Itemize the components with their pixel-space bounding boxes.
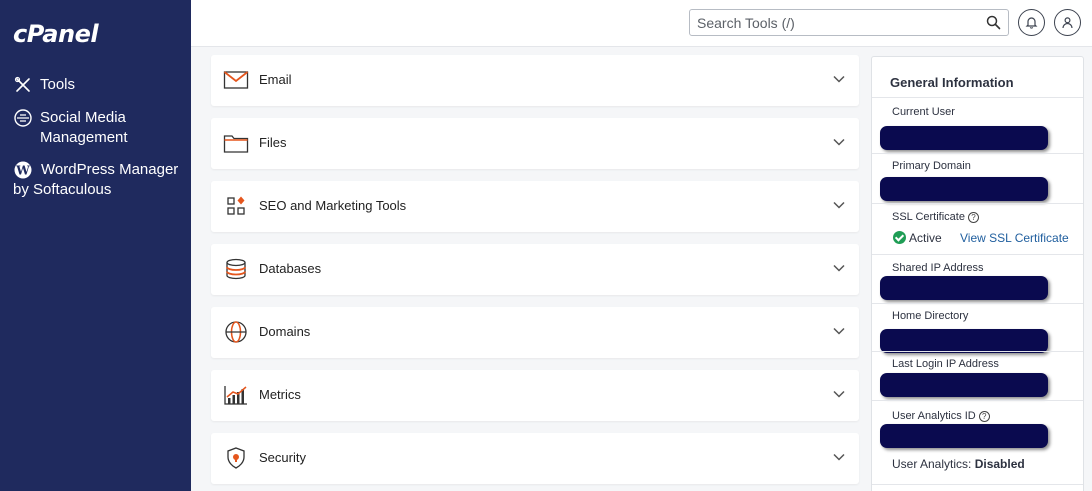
chevron-down-icon[interactable] bbox=[833, 390, 845, 398]
sidebar-item-label: Social Media Management bbox=[40, 109, 128, 146]
chevron-down-icon[interactable] bbox=[833, 201, 845, 209]
user-menu-button[interactable] bbox=[1054, 9, 1081, 36]
category-label: Email bbox=[259, 72, 292, 87]
chevron-down-icon[interactable] bbox=[833, 264, 845, 272]
sidebar-item-social-media[interactable]: Social Media Management bbox=[13, 108, 173, 148]
redacted-primary-domain bbox=[880, 177, 1048, 201]
check-circle-icon bbox=[893, 231, 906, 244]
search-input[interactable] bbox=[690, 10, 970, 35]
view-ssl-certificate-link[interactable]: View SSL Certificate bbox=[960, 231, 1069, 245]
primary-domain-label: Primary Domain bbox=[892, 160, 971, 172]
chevron-down-icon[interactable] bbox=[833, 327, 845, 335]
email-icon bbox=[223, 71, 249, 89]
user-analytics-id-label: User Analytics ID? bbox=[892, 410, 990, 422]
chevron-down-icon[interactable] bbox=[833, 138, 845, 146]
chevron-down-icon[interactable] bbox=[833, 453, 845, 461]
user-analytics-value: Disabled bbox=[974, 457, 1025, 471]
category-metrics[interactable]: Metrics bbox=[211, 370, 859, 421]
wordpress-icon: W bbox=[14, 161, 32, 179]
redacted-home-directory bbox=[880, 329, 1048, 353]
social-media-icon bbox=[14, 109, 32, 127]
divider bbox=[872, 400, 1083, 401]
category-domains[interactable]: Domains bbox=[211, 307, 859, 358]
category-label: Files bbox=[259, 135, 287, 150]
sidebar: cPanel Tools Social Media Management W W… bbox=[0, 0, 191, 491]
category-seo[interactable]: SEO and Marketing Tools bbox=[211, 181, 859, 232]
category-security[interactable]: Security bbox=[211, 433, 859, 484]
category-label: SEO and Marketing Tools bbox=[259, 198, 407, 213]
top-header bbox=[191, 0, 1092, 47]
notifications-button[interactable] bbox=[1018, 9, 1045, 36]
divider bbox=[872, 153, 1083, 154]
divider bbox=[872, 484, 1083, 485]
user-analytics-status: User Analytics: Disabled bbox=[892, 457, 1025, 471]
database-icon bbox=[226, 258, 246, 280]
sidebar-item-tools[interactable]: Tools bbox=[13, 75, 75, 95]
category-label: Domains bbox=[259, 324, 311, 339]
chevron-down-icon[interactable] bbox=[833, 75, 845, 83]
shared-ip-label: Shared IP Address bbox=[892, 262, 984, 274]
svg-text:W: W bbox=[15, 164, 30, 178]
divider bbox=[872, 254, 1083, 255]
bell-icon bbox=[1025, 17, 1038, 29]
seo-icon bbox=[227, 196, 245, 215]
cpanel-logo[interactable]: cPanel bbox=[13, 20, 99, 48]
search-icon[interactable] bbox=[986, 15, 1001, 30]
category-label: Metrics bbox=[259, 387, 301, 402]
help-icon[interactable]: ? bbox=[978, 410, 990, 422]
divider bbox=[872, 303, 1083, 304]
user-analytics-id-text: User Analytics ID bbox=[892, 410, 976, 422]
redacted-current-user bbox=[880, 126, 1048, 150]
user-analytics-label: User Analytics: bbox=[892, 457, 972, 471]
help-icon[interactable]: ? bbox=[967, 211, 979, 223]
divider bbox=[872, 97, 1083, 98]
divider bbox=[872, 351, 1083, 352]
category-files[interactable]: Files bbox=[211, 118, 859, 169]
divider bbox=[872, 203, 1083, 204]
redacted-user-analytics-id bbox=[880, 424, 1048, 448]
search-box bbox=[689, 9, 1009, 36]
ssl-certificate-text: SSL Certificate bbox=[892, 211, 965, 223]
ssl-status: Active bbox=[893, 231, 942, 245]
user-icon bbox=[1062, 17, 1073, 29]
ssl-certificate-label: SSL Certificate? bbox=[892, 211, 979, 223]
category-label: Security bbox=[259, 450, 306, 465]
current-user-label: Current User bbox=[892, 106, 955, 118]
general-information-title: General Information bbox=[890, 75, 1014, 90]
category-databases[interactable]: Databases bbox=[211, 244, 859, 295]
redacted-shared-ip bbox=[880, 276, 1048, 300]
sidebar-item-label: WordPress Manager by Softaculous bbox=[13, 161, 179, 198]
last-login-ip-label: Last Login IP Address bbox=[892, 358, 999, 370]
category-label: Databases bbox=[259, 261, 322, 276]
home-directory-label: Home Directory bbox=[892, 310, 969, 322]
folder-icon bbox=[223, 135, 249, 153]
category-email[interactable]: Email bbox=[211, 55, 859, 106]
security-icon bbox=[227, 447, 245, 469]
general-information-panel: General Information Current User Primary… bbox=[871, 56, 1084, 491]
globe-icon bbox=[225, 321, 247, 343]
sidebar-item-wordpress[interactable]: W WordPress Manager by Softaculous bbox=[13, 160, 183, 200]
tools-icon bbox=[14, 76, 30, 92]
metrics-icon bbox=[224, 386, 247, 405]
redacted-last-login-ip bbox=[880, 373, 1048, 397]
ssl-status-text: Active bbox=[909, 231, 942, 245]
